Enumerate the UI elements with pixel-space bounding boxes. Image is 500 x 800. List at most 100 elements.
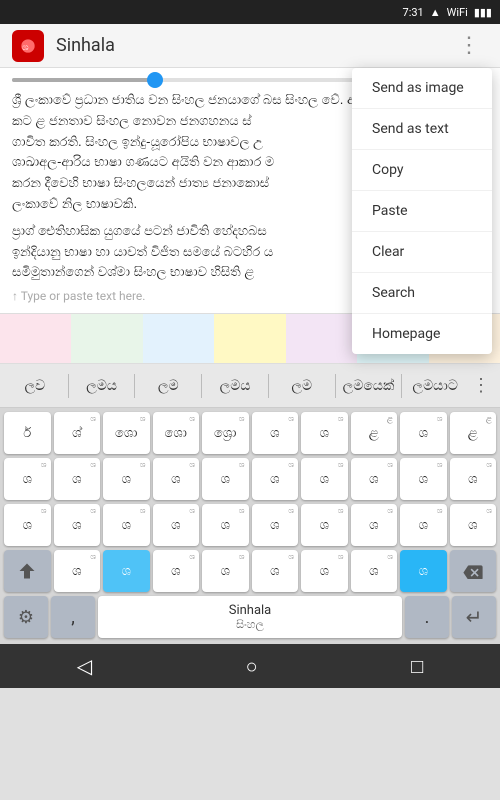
recent-button[interactable]: □ bbox=[391, 646, 443, 687]
swatch-5[interactable] bbox=[286, 314, 357, 363]
comma-key[interactable]: , bbox=[51, 596, 95, 638]
key-n7[interactable]: ශශ bbox=[351, 550, 398, 592]
key-k6[interactable]: ශශ bbox=[252, 458, 299, 500]
key-r[interactable]: ර් bbox=[4, 412, 51, 454]
key-m7[interactable]: ශශ bbox=[301, 504, 348, 546]
suggestions-more-icon[interactable]: ⋮ bbox=[468, 375, 494, 396]
key-la1[interactable]: ළළ bbox=[351, 412, 398, 454]
key-m8[interactable]: ශශ bbox=[351, 504, 398, 546]
key-n8-blue[interactable]: ශ bbox=[400, 550, 447, 592]
key-k9[interactable]: ශශ bbox=[400, 458, 447, 500]
status-battery: ▮▮▮ bbox=[474, 6, 492, 19]
suggestion-6[interactable]: ලමයෙක් bbox=[340, 374, 398, 398]
key-sh3[interactable]: ශශ bbox=[400, 412, 447, 454]
svg-text:ශ: ශ bbox=[22, 43, 29, 53]
menu-item-send-as-image[interactable]: Send as image bbox=[352, 68, 492, 109]
swatch-1[interactable] bbox=[0, 314, 71, 363]
home-button[interactable]: ○ bbox=[226, 646, 278, 687]
swatch-3[interactable] bbox=[143, 314, 214, 363]
key-k2[interactable]: ශශ bbox=[54, 458, 101, 500]
divider-3 bbox=[201, 374, 202, 398]
key-m3[interactable]: ශශ bbox=[103, 504, 150, 546]
key-n6[interactable]: ශශ bbox=[301, 550, 348, 592]
space-sub-label: සිංහල bbox=[236, 618, 264, 632]
key-n4[interactable]: ශශ bbox=[202, 550, 249, 592]
key-row-4: ශශ ශ ශශ ශශ ශශ ශශ ශශ ශ bbox=[2, 550, 498, 592]
back-button[interactable]: ◁ bbox=[57, 646, 112, 686]
suggestion-3[interactable]: ලම bbox=[139, 374, 197, 398]
backspace-key[interactable] bbox=[450, 550, 497, 592]
key-m5[interactable]: ශශ bbox=[202, 504, 249, 546]
dropdown-menu: Send as image Send as text Copy Paste Cl… bbox=[352, 68, 492, 354]
key-sh2[interactable]: ශශ bbox=[301, 412, 348, 454]
menu-item-clear[interactable]: Clear bbox=[352, 232, 492, 273]
key-k10[interactable]: ශශ bbox=[450, 458, 497, 500]
divider-5 bbox=[335, 374, 336, 398]
enter-key[interactable]: ↵ bbox=[452, 596, 496, 638]
key-n2-blue[interactable]: ශ bbox=[103, 550, 150, 592]
key-k1[interactable]: ශශ bbox=[4, 458, 51, 500]
key-m10[interactable]: ශශ bbox=[450, 504, 497, 546]
space-key[interactable]: Sinhala සිංහල bbox=[98, 596, 402, 638]
settings-key[interactable]: ⚙ bbox=[4, 596, 48, 638]
suggestion-5[interactable]: ලම bbox=[273, 374, 331, 398]
key-k3[interactable]: ශශ bbox=[103, 458, 150, 500]
swatch-4[interactable] bbox=[214, 314, 285, 363]
status-signal: ▲ bbox=[430, 6, 441, 19]
key-row-1: ර් ශශ් ශශො ශශො ශශ්‍රො ශශ ශශ ළළ ශශ ළළ bbox=[2, 412, 498, 454]
menu-item-paste[interactable]: Paste bbox=[352, 191, 492, 232]
enter-icon: ↵ bbox=[466, 605, 483, 629]
key-k4[interactable]: ශශ bbox=[153, 458, 200, 500]
status-wifi: WiFi bbox=[447, 6, 468, 19]
status-time: 7:31 bbox=[403, 6, 424, 19]
key-m9[interactable]: ශශ bbox=[400, 504, 447, 546]
key-k8[interactable]: ශශ bbox=[351, 458, 398, 500]
seek-bar-fill bbox=[12, 78, 155, 82]
menu-item-search[interactable]: Search bbox=[352, 273, 492, 314]
key-sho1[interactable]: ශශො bbox=[103, 412, 150, 454]
suggestion-2[interactable]: ලමය bbox=[73, 374, 131, 398]
seek-thumb bbox=[147, 72, 163, 88]
status-bar: 7:31 ▲ WiFi ▮▮▮ bbox=[0, 0, 500, 24]
key-m2[interactable]: ශශ bbox=[54, 504, 101, 546]
menu-item-copy[interactable]: Copy bbox=[352, 150, 492, 191]
key-n3[interactable]: ශශ bbox=[153, 550, 200, 592]
key-m6[interactable]: ශශ bbox=[252, 504, 299, 546]
app-icon: ශ bbox=[12, 30, 44, 62]
key-m4[interactable]: ශශ bbox=[153, 504, 200, 546]
suggestion-7[interactable]: ලමයාට bbox=[406, 374, 464, 398]
comma-label: , bbox=[71, 607, 75, 628]
key-n5[interactable]: ශශ bbox=[252, 550, 299, 592]
divider-1 bbox=[68, 374, 69, 398]
key-k5[interactable]: ශශ bbox=[202, 458, 249, 500]
period-label: . bbox=[425, 607, 430, 628]
suggestion-4[interactable]: ලමය bbox=[206, 374, 264, 398]
suggestion-1[interactable]: ලව bbox=[6, 374, 64, 398]
key-m1[interactable]: ශශ bbox=[4, 504, 51, 546]
key-row-3: ශශ ශශ ශශ ශශ ශශ ශශ ශශ ශශ ශශ ශශ bbox=[2, 504, 498, 546]
menu-item-send-as-text[interactable]: Send as text bbox=[352, 109, 492, 150]
app-title: Sinhala bbox=[56, 35, 450, 56]
divider-2 bbox=[134, 374, 135, 398]
key-sh4[interactable]: ළළ bbox=[450, 412, 497, 454]
nav-bar: ◁ ○ □ bbox=[0, 644, 500, 688]
settings-icon: ⚙ bbox=[18, 607, 34, 628]
bottom-row: ⚙ , Sinhala සිංහල . ↵ bbox=[2, 596, 498, 638]
key-shro[interactable]: ශශ්‍රො bbox=[202, 412, 249, 454]
more-button[interactable]: ⋮ bbox=[450, 29, 488, 62]
key-k7[interactable]: ශශ bbox=[301, 458, 348, 500]
divider-4 bbox=[268, 374, 269, 398]
key-row-2: ශශ ශශ ශශ ශශ ශශ ශශ ශශ ශශ ශශ ශශ bbox=[2, 458, 498, 500]
word-suggestions: ලව ලමය ලම ලමය ලම ලමයෙක් ලමයාට ⋮ bbox=[0, 364, 500, 408]
divider-6 bbox=[401, 374, 402, 398]
period-key[interactable]: . bbox=[405, 596, 449, 638]
keyboard: ර් ශශ් ශශො ශශො ශශ්‍රො ශශ ශශ ළළ ශශ ළළ ශශ … bbox=[0, 408, 500, 644]
shift-key[interactable] bbox=[4, 550, 51, 592]
key-sh1[interactable]: ශශ් bbox=[54, 412, 101, 454]
key-shy[interactable]: ශශ bbox=[252, 412, 299, 454]
key-sho2[interactable]: ශශො bbox=[153, 412, 200, 454]
app-toolbar: ශ Sinhala ⋮ bbox=[0, 24, 500, 68]
swatch-2[interactable] bbox=[71, 314, 142, 363]
menu-item-homepage[interactable]: Homepage bbox=[352, 314, 492, 354]
key-n1[interactable]: ශශ bbox=[54, 550, 101, 592]
